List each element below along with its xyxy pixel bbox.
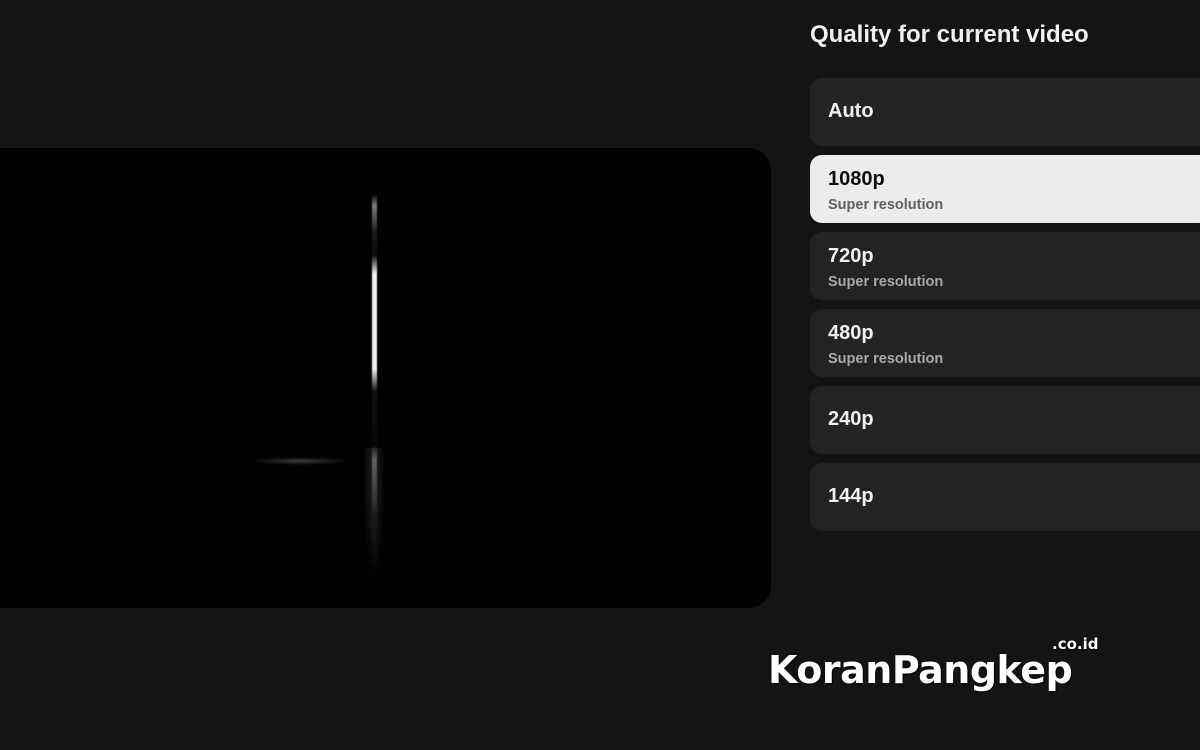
quality-option-label: Auto [828,100,874,122]
quality-panel-title: Quality for current video [810,21,1089,48]
quality-option-label: 1080p [828,168,885,190]
watermark-site-name: KoranPangkep [768,648,1073,692]
tv-quality-screen: Quality for current video Auto 1080p Sup… [0,0,1200,750]
site-watermark: .co.id KoranPangkep [768,635,1108,700]
quality-option-label: 720p [828,245,874,267]
quality-option-label: 240p [828,408,874,430]
quality-option-480p[interactable]: 480p Super resolution [810,309,1200,377]
quality-option-auto[interactable]: Auto [810,78,1200,146]
quality-option-label: 480p [828,322,874,344]
quality-option-sublabel: Super resolution [828,197,944,213]
quality-option-240p[interactable]: 240p [810,386,1200,454]
quality-option-sublabel: Super resolution [828,274,944,290]
video-preview [0,148,771,608]
video-horizon-light [250,457,350,465]
quality-option-sublabel: Super resolution [828,351,944,367]
quality-option-label: 144p [828,485,874,507]
quality-option-1080p[interactable]: 1080p Super resolution [810,155,1200,223]
quality-option-720p[interactable]: 720p Super resolution [810,232,1200,300]
quality-option-list: Auto 1080p Super resolution 720p Super r… [810,78,1200,540]
quality-option-144p[interactable]: 144p [810,463,1200,531]
video-light-streak [372,194,377,574]
